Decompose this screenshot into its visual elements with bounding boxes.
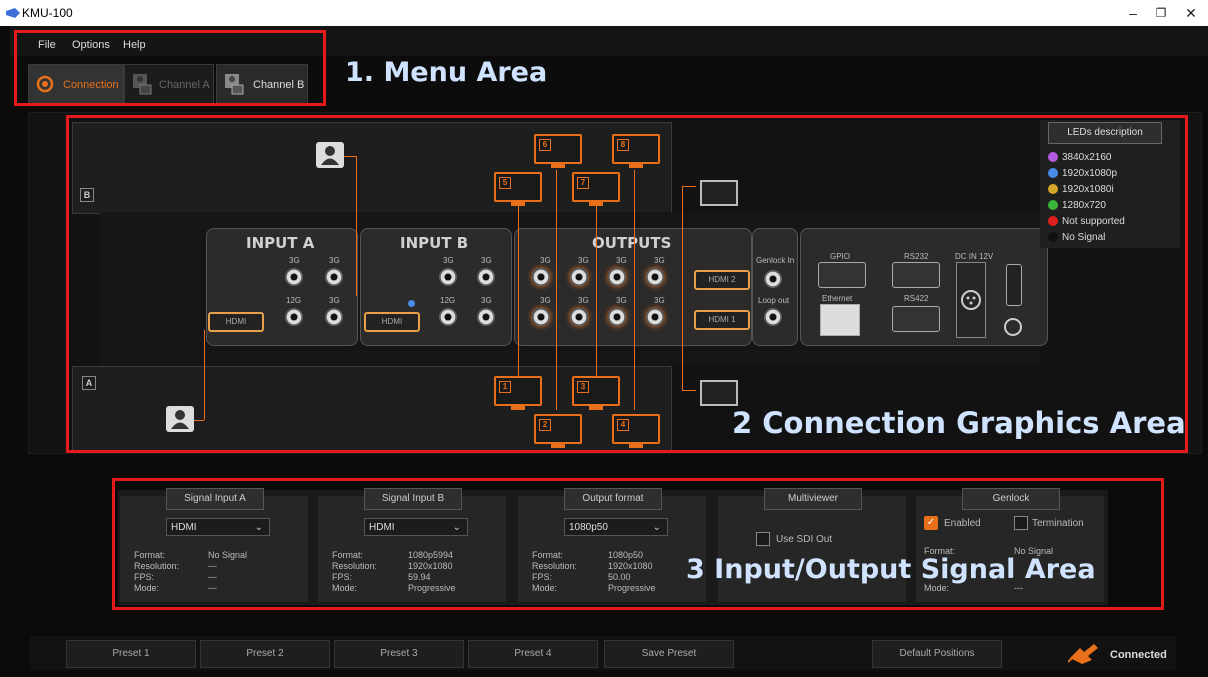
minimize-button[interactable]: – xyxy=(1118,2,1148,24)
connection-status: Connected xyxy=(1110,649,1167,661)
graphics-area-annotation: 2 Connection Graphics Area xyxy=(732,406,1186,440)
menu-area-annotation: 1. Menu Area xyxy=(345,57,548,88)
menu-area-highlight xyxy=(14,30,326,106)
preset-4-button[interactable]: Preset 4 xyxy=(468,640,598,668)
graphics-area-highlight xyxy=(66,115,1188,453)
connected-plug-icon xyxy=(1067,642,1102,669)
save-preset-button[interactable]: Save Preset xyxy=(604,640,734,668)
preset-2-button[interactable]: Preset 2 xyxy=(200,640,330,668)
preset-3-button[interactable]: Preset 3 xyxy=(334,640,464,668)
app-logo-icon xyxy=(6,7,20,18)
title-bar: KMU-100 – ❐ ✕ xyxy=(0,0,1208,26)
window-title: KMU-100 xyxy=(22,6,73,20)
signal-area-highlight xyxy=(112,478,1164,610)
preset-1-button[interactable]: Preset 1 xyxy=(66,640,196,668)
restore-button[interactable]: ❐ xyxy=(1146,2,1176,24)
signal-area-annotation: 3 Input/Output Signal Area xyxy=(686,554,1096,585)
default-positions-button[interactable]: Default Positions xyxy=(872,640,1002,668)
close-button[interactable]: ✕ xyxy=(1176,2,1206,24)
